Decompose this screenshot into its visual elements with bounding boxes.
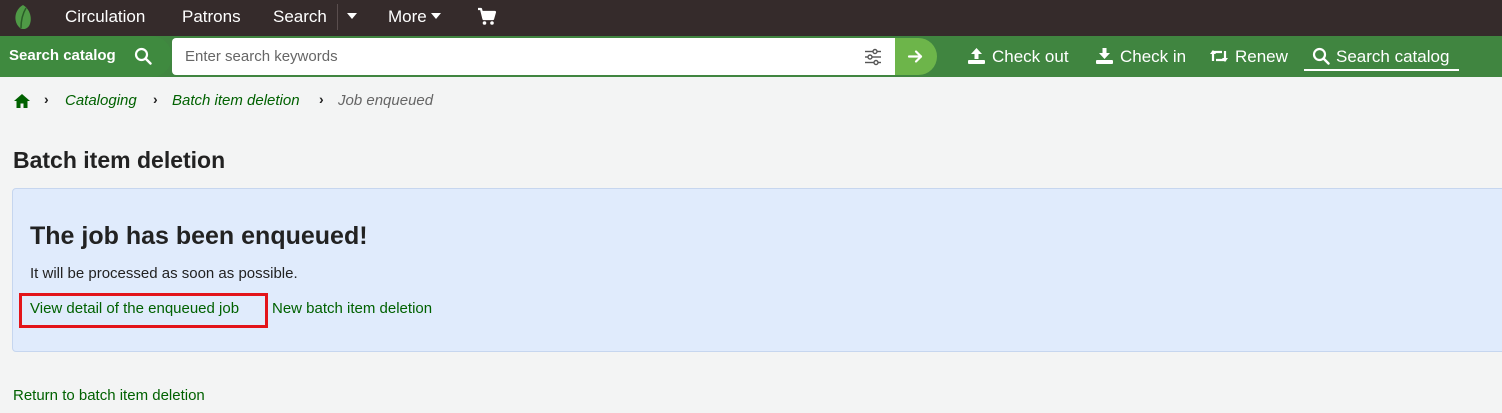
view-job-detail-link[interactable]: View detail of the enqueued job: [30, 300, 239, 317]
search-tab-label: Search catalog: [9, 47, 116, 64]
job-enqueued-alert: The job has been enqueued! It will be pr…: [12, 188, 1502, 352]
home-icon[interactable]: [13, 93, 31, 109]
search-bar: Search catalog Check out: [0, 36, 1502, 77]
search-catalog-link[interactable]: Search catalog: [1304, 36, 1459, 71]
search-icon: [134, 47, 152, 65]
caret-down-icon: [347, 13, 357, 20]
search-input[interactable]: [185, 38, 855, 75]
nav-search[interactable]: Search: [273, 0, 327, 36]
renew-label: Renew: [1235, 47, 1288, 66]
check-out-label: Check out: [992, 47, 1069, 66]
alert-message: It will be processed as soon as possible…: [30, 265, 298, 282]
renew-link[interactable]: Renew: [1209, 36, 1288, 77]
nav-divider: [337, 4, 338, 30]
arrow-right-icon: [907, 50, 923, 63]
alert-heading: The job has been enqueued!: [30, 222, 368, 250]
return-to-batch-deletion-link[interactable]: Return to batch item deletion: [13, 387, 205, 404]
breadcrumb-current: Job enqueued: [338, 92, 434, 109]
breadcrumb-cataloging[interactable]: Cataloging: [65, 92, 137, 109]
caret-down-icon: [430, 13, 441, 20]
page-title: Batch item deletion: [13, 147, 226, 173]
check-in-label: Check in: [1120, 47, 1187, 66]
search-icon: [1312, 47, 1330, 65]
download-icon: [1096, 47, 1113, 64]
top-navbar: Circulation Patrons Search More: [0, 0, 1502, 36]
nav-circulation[interactable]: Circulation: [65, 0, 145, 36]
chevron-right-icon: ›: [44, 91, 49, 107]
breadcrumb-batch-item-deletion[interactable]: Batch item deletion: [172, 92, 300, 109]
nav-search-dropdown[interactable]: [343, 0, 357, 36]
check-out-link[interactable]: Check out: [967, 36, 1069, 77]
nav-more[interactable]: More: [388, 0, 441, 36]
upload-icon: [968, 47, 985, 64]
retweet-icon: [1210, 49, 1228, 62]
search-submit-button[interactable]: [895, 38, 937, 75]
search-catalog-tab[interactable]: Search catalog: [0, 36, 172, 77]
cart-button[interactable]: [477, 7, 497, 27]
chevron-right-icon: ›: [319, 91, 324, 107]
nav-more-label: More: [388, 7, 427, 26]
search-field-wrapper: [172, 38, 897, 75]
search-catalog-label: Search catalog: [1336, 47, 1450, 66]
chevron-right-icon: ›: [153, 91, 158, 107]
new-batch-deletion-link[interactable]: New batch item deletion: [272, 300, 432, 317]
cart-icon: [478, 7, 497, 25]
sliders-icon[interactable]: [864, 48, 882, 66]
koha-logo-icon[interactable]: [11, 4, 35, 30]
nav-patrons[interactable]: Patrons: [182, 0, 241, 36]
check-in-link[interactable]: Check in: [1095, 36, 1186, 77]
